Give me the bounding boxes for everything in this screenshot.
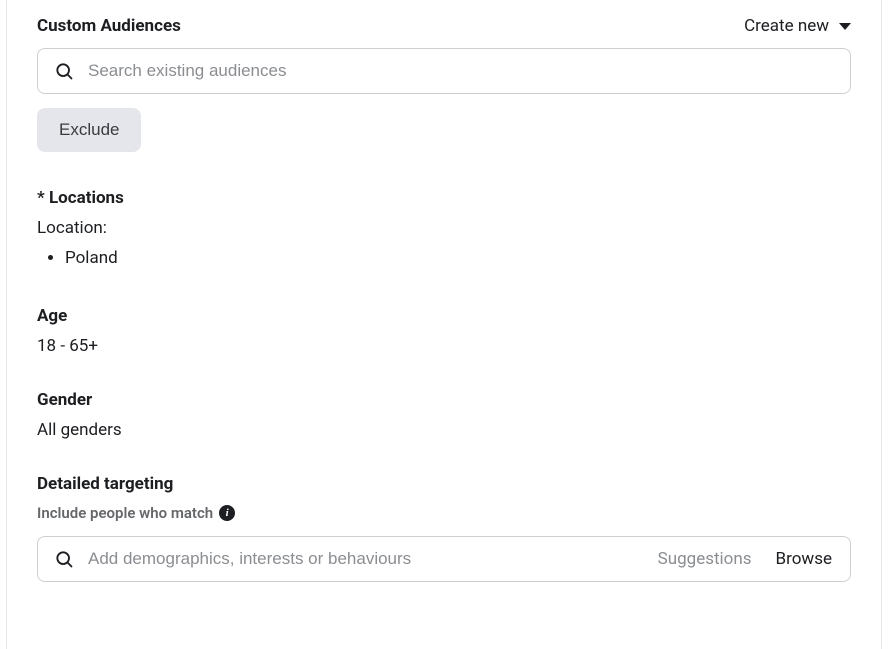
locations-section: * Locations Location: Poland bbox=[37, 188, 851, 272]
custom-audiences-heading: Custom Audiences bbox=[37, 16, 181, 36]
include-people-label: Include people who match bbox=[37, 504, 213, 522]
suggestions-link[interactable]: Suggestions bbox=[658, 549, 752, 569]
audience-panel: Custom Audiences Create new Exclude * Lo… bbox=[6, 0, 882, 649]
gender-value: All genders bbox=[37, 420, 851, 440]
browse-link[interactable]: Browse bbox=[776, 549, 832, 569]
location-label: Location: bbox=[37, 218, 851, 238]
caret-down-icon bbox=[839, 23, 851, 30]
age-value: 18 - 65+ bbox=[37, 336, 851, 356]
custom-audiences-header: Custom Audiences Create new bbox=[37, 16, 851, 36]
audience-search-input[interactable] bbox=[88, 61, 834, 81]
audience-search-box[interactable] bbox=[37, 48, 851, 94]
detailed-targeting-input[interactable] bbox=[88, 549, 644, 569]
include-people-row: Include people who match i bbox=[37, 504, 851, 522]
locations-list: Poland bbox=[37, 246, 851, 272]
age-section: Age 18 - 65+ bbox=[37, 306, 851, 356]
location-item: Poland bbox=[65, 246, 851, 272]
gender-heading: Gender bbox=[37, 390, 851, 410]
locations-heading: * Locations bbox=[37, 188, 851, 208]
create-new-label: Create new bbox=[744, 16, 829, 36]
detailed-targeting-heading: Detailed targeting bbox=[37, 474, 851, 494]
create-new-dropdown[interactable]: Create new bbox=[744, 16, 851, 36]
gender-section: Gender All genders bbox=[37, 390, 851, 440]
search-icon bbox=[54, 61, 74, 81]
info-icon[interactable]: i bbox=[219, 505, 235, 521]
search-icon bbox=[54, 549, 74, 569]
exclude-button[interactable]: Exclude bbox=[37, 108, 141, 152]
age-heading: Age bbox=[37, 306, 851, 326]
detailed-targeting-section: Detailed targeting Include people who ma… bbox=[37, 474, 851, 582]
exclude-button-label: Exclude bbox=[59, 120, 119, 140]
detailed-targeting-box[interactable]: Suggestions Browse bbox=[37, 536, 851, 582]
